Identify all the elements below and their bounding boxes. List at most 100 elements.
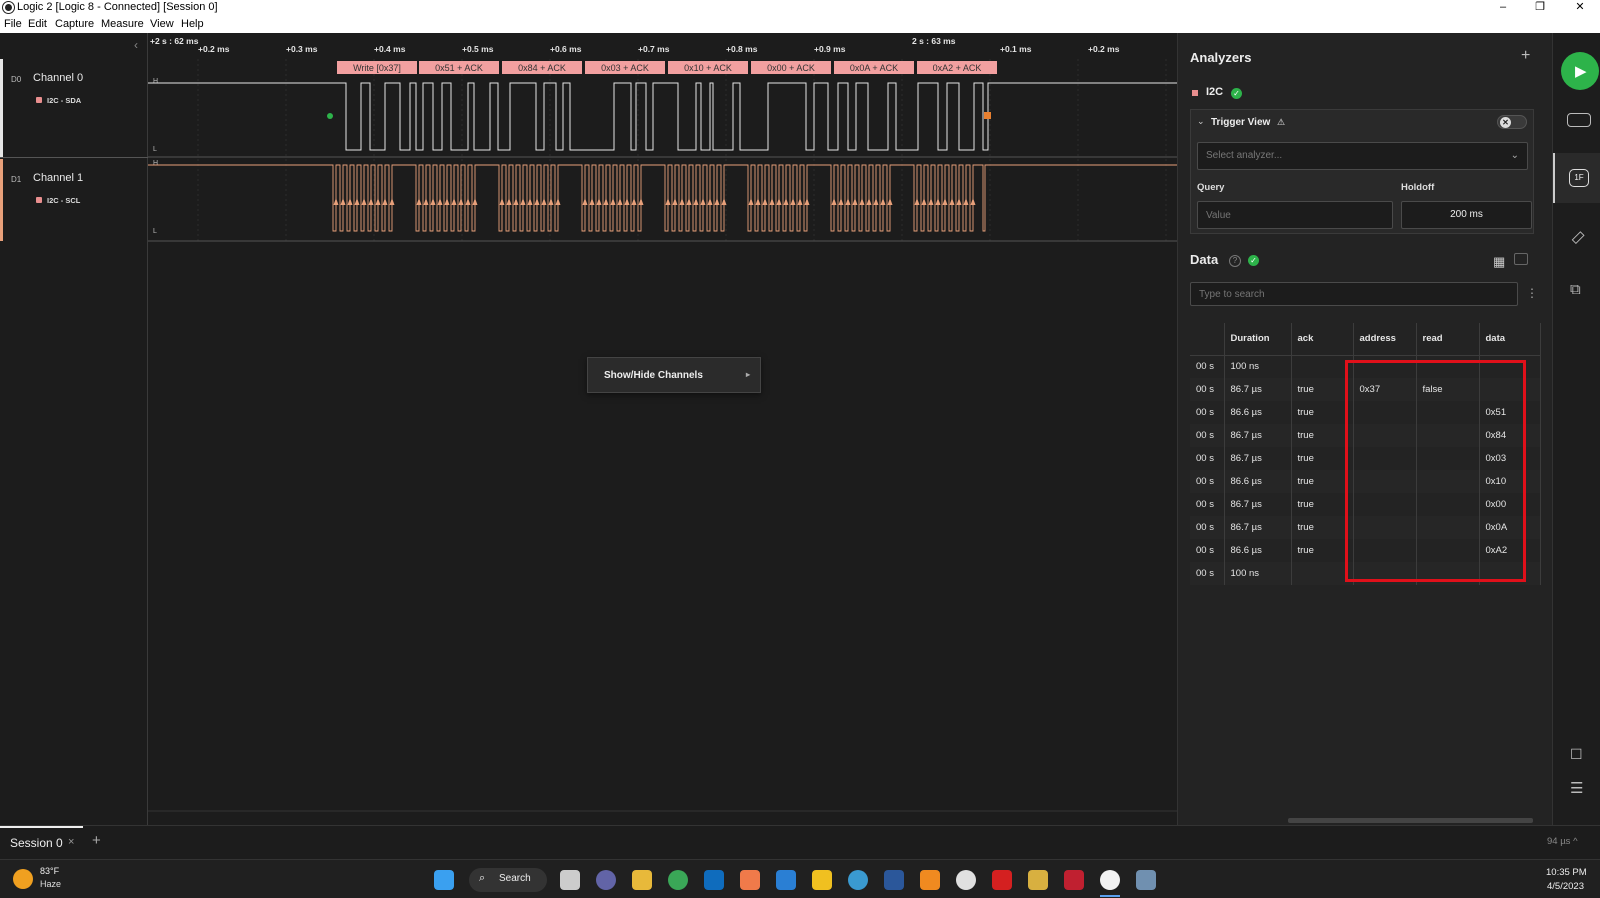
analyzers-tab[interactable]: 1F: [1553, 153, 1600, 203]
taskbar-date[interactable]: 4/5/2023: [1547, 881, 1584, 892]
chrome-icon[interactable]: [668, 870, 688, 890]
taskbar-time[interactable]: 10:35 PM: [1546, 867, 1587, 878]
table-cell: 86.7 µs: [1224, 516, 1292, 539]
level-marker: H: [153, 160, 158, 167]
column-header[interactable]: data: [1479, 323, 1541, 356]
outlook-icon[interactable]: [704, 870, 724, 890]
table-cell: 00 s: [1190, 447, 1225, 470]
rising-edge-marker: [451, 198, 457, 205]
rising-edge-marker: [672, 198, 678, 205]
feedback-icon[interactable]: ☐: [1570, 746, 1583, 763]
menu-edit[interactable]: Edit: [28, 18, 47, 30]
rising-edge-marker: [873, 198, 879, 205]
trigger-view-title[interactable]: Trigger View: [1211, 117, 1270, 128]
decoded-bubble-label: 0x51 + ACK: [435, 63, 483, 73]
query-input[interactable]: [1197, 201, 1393, 229]
rising-edge-marker: [665, 198, 671, 205]
menu-file[interactable]: File: [4, 18, 22, 30]
column-header[interactable]: address: [1353, 323, 1417, 356]
rising-edge-marker: [783, 198, 789, 205]
rising-edge-marker: [375, 198, 381, 205]
close-icon: ✕: [1500, 117, 1511, 128]
measure-ruler-icon[interactable]: ▭: [1565, 225, 1590, 250]
table-grid-icon[interactable]: ▦: [1493, 254, 1505, 270]
chat-icon[interactable]: [596, 870, 616, 890]
close-session-icon[interactable]: ×: [68, 836, 74, 848]
maximize-button[interactable]: ❐: [1525, 0, 1555, 16]
app-icon[interactable]: [740, 870, 760, 890]
vscode-icon[interactable]: [776, 870, 796, 890]
rising-edge-marker: [859, 198, 865, 205]
help-icon[interactable]: ?: [1229, 255, 1241, 267]
rising-edge-marker: [624, 198, 630, 205]
menu-view[interactable]: View: [150, 18, 174, 30]
add-session-button[interactable]: +: [92, 832, 101, 849]
show-hide-channels-item[interactable]: Show/Hide Channels: [604, 370, 703, 381]
column-header[interactable]: read: [1416, 323, 1480, 356]
column-header[interactable]: Duration: [1224, 323, 1292, 356]
terminal-icon[interactable]: [1514, 253, 1528, 265]
channel-0-row[interactable]: D0 Channel 0 I2C - SDA: [0, 59, 148, 157]
table-cell: 00 s: [1190, 470, 1225, 493]
chevron-down-icon[interactable]: ⌄: [1197, 116, 1205, 127]
menu-help[interactable]: Help: [181, 18, 204, 30]
weather-sun-icon[interactable]: [13, 869, 33, 889]
slack-icon[interactable]: [956, 870, 976, 890]
session-tab[interactable]: Session 0 ×: [0, 826, 83, 859]
start-capture-button[interactable]: ▶: [1561, 52, 1599, 90]
logic2-icon[interactable]: [1100, 870, 1120, 890]
taskbar-search[interactable]: ⌕ Search: [469, 868, 547, 892]
acrobat-icon[interactable]: [992, 870, 1012, 890]
horizontal-scrollbar[interactable]: [1288, 818, 1533, 823]
select-analyzer-dropdown[interactable]: Select analyzer... ⌄: [1197, 142, 1528, 170]
rising-edge-marker: [617, 198, 623, 205]
rising-edge-marker: [465, 198, 471, 205]
rising-edge-marker: [437, 198, 443, 205]
column-header[interactable]: [1190, 323, 1225, 356]
menu-measure[interactable]: Measure: [101, 18, 144, 30]
extensions-icon[interactable]: ⧉: [1570, 281, 1581, 298]
file-explorer-icon[interactable]: [632, 870, 652, 890]
weather-desc[interactable]: Haze: [40, 879, 61, 889]
hamburger-menu-icon[interactable]: ☰: [1570, 779, 1583, 797]
word-icon[interactable]: [884, 870, 904, 890]
channel-1-row[interactable]: D1 Channel 1 I2C - SCL: [0, 159, 148, 241]
rising-edge-marker: [790, 198, 796, 205]
device-icon[interactable]: [1567, 113, 1591, 127]
minimize-button[interactable]: –: [1488, 0, 1518, 16]
rising-edge-marker: [582, 198, 588, 205]
rising-edge-marker: [866, 198, 872, 205]
app-icon[interactable]: [812, 870, 832, 890]
status-zoom-readout[interactable]: 94 µs ^: [1547, 836, 1578, 847]
table-cell: 100 ns: [1224, 562, 1292, 585]
channel-name[interactable]: Channel 0: [33, 72, 83, 84]
rising-edge-marker: [762, 198, 768, 205]
collapse-chevron-icon[interactable]: ‹: [134, 38, 138, 52]
app-icon[interactable]: [1028, 870, 1048, 890]
weather-temp[interactable]: 83°F: [40, 866, 59, 876]
menu-capture[interactable]: Capture: [55, 18, 94, 30]
rising-edge-marker: [541, 198, 547, 205]
windows-start-icon[interactable]: [434, 870, 454, 890]
close-window-button[interactable]: ✕: [1565, 0, 1595, 16]
rising-edge-marker: [354, 198, 360, 205]
task-view-icon[interactable]: [560, 870, 580, 890]
more-options-icon[interactable]: ⋮: [1526, 286, 1538, 300]
app-icon[interactable]: [1064, 870, 1084, 890]
browser-icon[interactable]: [848, 870, 868, 890]
decoded-bubble-label: 0x10 + ACK: [684, 63, 732, 73]
data-search-input[interactable]: [1190, 282, 1518, 306]
rising-edge-marker: [776, 198, 782, 205]
window-title: Logic 2 [Logic 8 - Connected] [Session 0…: [17, 1, 218, 13]
holdoff-input[interactable]: 200 ms: [1401, 201, 1532, 229]
app-icon[interactable]: [920, 870, 940, 890]
trigger-toggle[interactable]: ✕: [1497, 115, 1527, 129]
add-analyzer-button[interactable]: +: [1521, 47, 1530, 65]
calculator-icon[interactable]: [1136, 870, 1156, 890]
channel-name[interactable]: Channel 1: [33, 172, 83, 184]
channel-labels-column: ‹ D0 Channel 0 I2C - SDA D1 Channel 1 I2…: [0, 33, 148, 825]
waveform-view[interactable]: +2 s : 62 ms 2 s : 63 ms +0.2 ms +0.3 ms…: [148, 33, 1177, 825]
analyzer-i2c-label[interactable]: I2C: [1206, 86, 1223, 98]
rising-edge-marker: [949, 198, 955, 205]
column-header[interactable]: ack: [1291, 323, 1354, 356]
